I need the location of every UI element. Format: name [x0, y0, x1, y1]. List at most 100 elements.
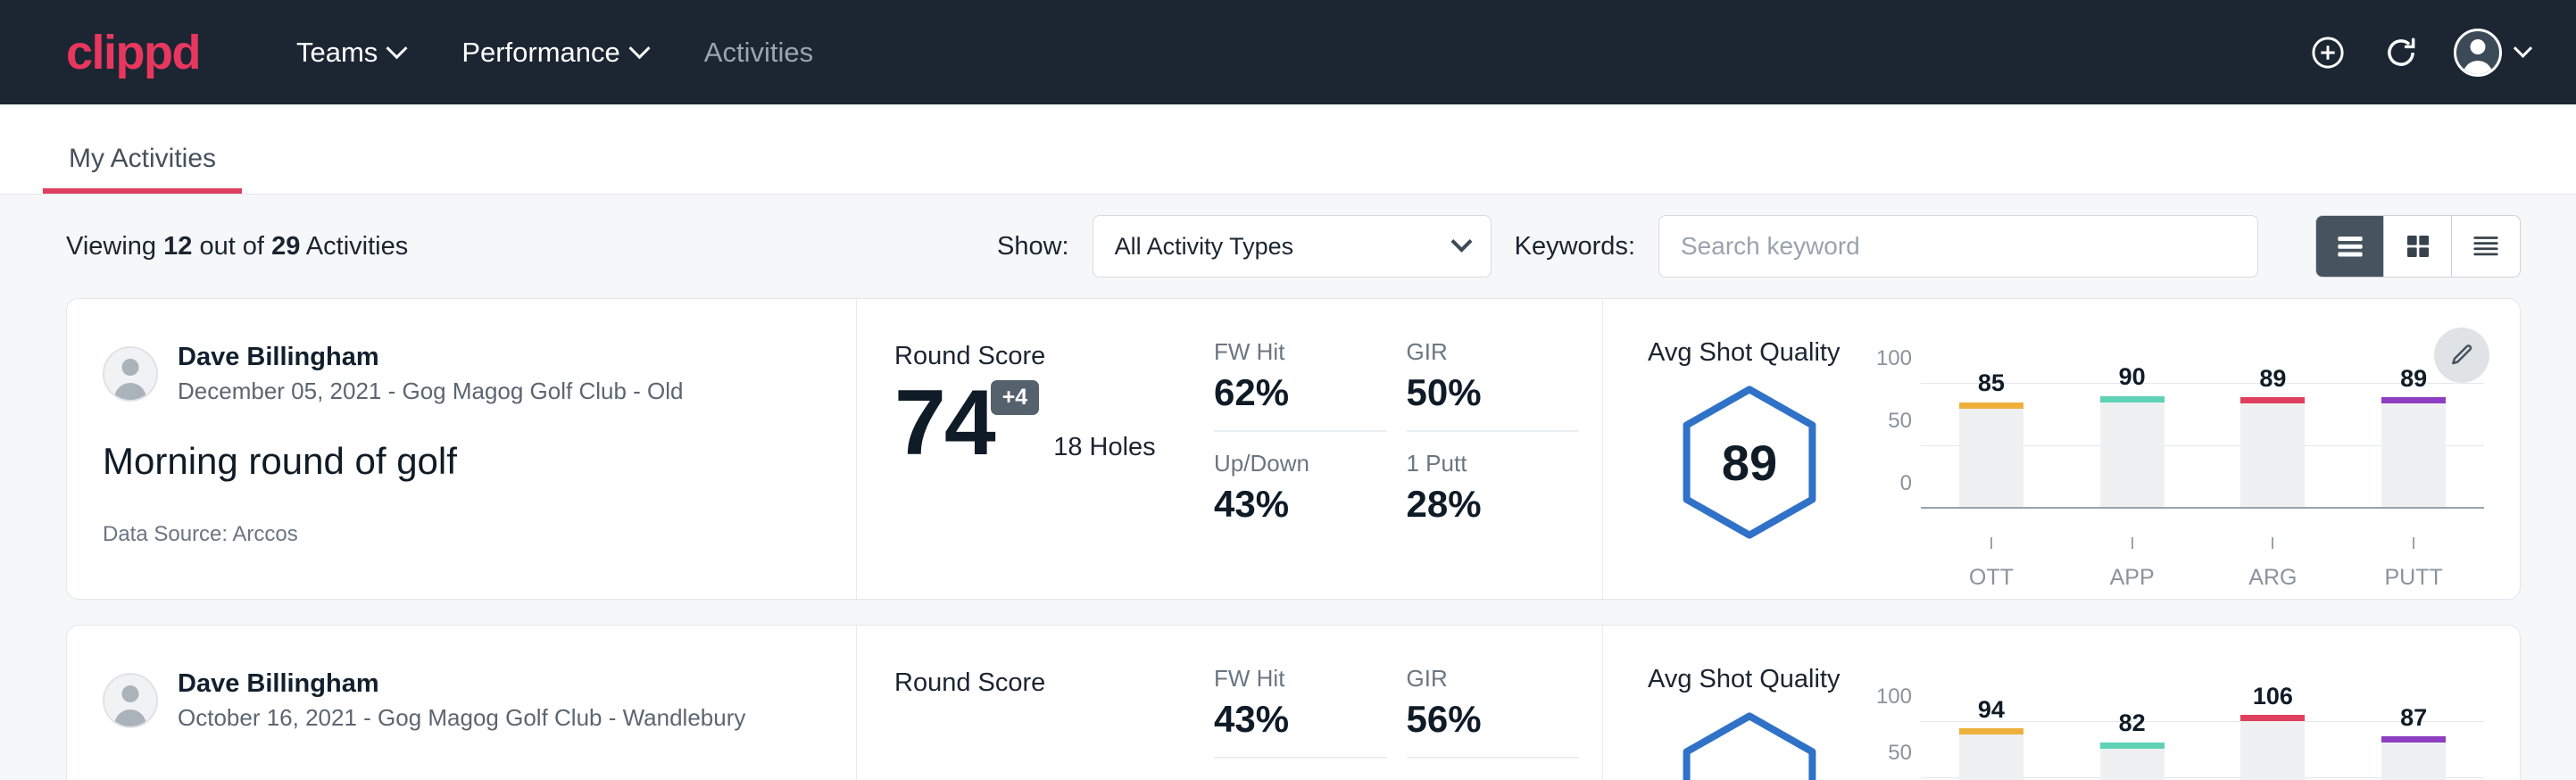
activity-card[interactable]: Dave BillinghamDecember 05, 2021 - Gog M…: [66, 298, 2521, 600]
activity-author: Dave BillinghamDecember 05, 2021 - Gog M…: [103, 340, 820, 408]
activity-summary: Dave BillinghamOctober 16, 2021 - Gog Ma…: [67, 626, 857, 780]
x-ticks: [1921, 537, 2484, 549]
chevron-down-icon: [628, 37, 650, 59]
refresh-icon[interactable]: [2381, 32, 2422, 73]
stat-key: 1 Putt: [1407, 450, 1580, 477]
bar-group: 85: [1921, 384, 2062, 509]
nav-actions: [2307, 29, 2530, 77]
viewing-count: 12: [163, 232, 192, 261]
avg-shot-quality-label: Avg Shot Quality: [1648, 665, 2484, 694]
bar-value-label: 89: [2259, 365, 2286, 393]
y-axis-tick-label: 50: [1888, 409, 1912, 434]
round-score-section: Round Score 74+4 18 Holes: [857, 299, 1214, 599]
view-grid-button[interactable]: [2384, 216, 2452, 277]
chevron-down-icon: [1450, 230, 1472, 252]
nav-item-activities[interactable]: Activities: [676, 24, 842, 81]
bar: [2381, 736, 2446, 780]
stat-value: 62%: [1214, 371, 1387, 414]
account-avatar: [2454, 29, 2502, 77]
y-axis: 050100: [1867, 384, 1921, 509]
quality-score-value: [1678, 710, 1821, 780]
shot-quality-bar-chart: 05010085908989OTTAPPARGPUTT: [1851, 375, 2484, 591]
bar-cap: [1959, 728, 2023, 734]
account-menu[interactable]: [2454, 29, 2530, 77]
bars: 948210687: [1921, 710, 2484, 780]
bar: [1959, 728, 2023, 780]
search-input[interactable]: [1658, 215, 2258, 278]
holes-label: 18 Holes: [1053, 433, 1155, 469]
x-axis-label: ARG: [2203, 565, 2344, 591]
top-navigation-bar: clippd Teams Performance Activities: [0, 0, 2576, 104]
bar: [1959, 402, 2023, 509]
bar-group: 87: [2343, 710, 2484, 780]
stat-key: GIR: [1407, 338, 1580, 366]
tab-bar: My Activities: [0, 104, 2576, 195]
x-tick: [2203, 537, 2344, 549]
view-list-button[interactable]: [2316, 216, 2384, 277]
plot-area: 85908989: [1921, 384, 2484, 509]
avg-shot-quality-section: Avg Shot Quality8905010085908989OTTAPPAR…: [1603, 299, 2520, 599]
nav-item-activities-label: Activities: [704, 37, 813, 69]
stat-cell: Up/Down43%: [1214, 450, 1387, 542]
stat-value: 56%: [1407, 698, 1580, 741]
bar-cap: [1959, 402, 2023, 409]
show-label: Show:: [997, 232, 1069, 261]
stat-cell: GIR 50%: [1407, 338, 1580, 432]
avatar: [103, 346, 158, 402]
clippd-logo[interactable]: clippd: [66, 29, 200, 77]
tab-my-activities[interactable]: My Activities: [43, 144, 242, 194]
activity-type-select[interactable]: All Activity Types: [1093, 215, 1492, 278]
author-meta: December 05, 2021 - Gog Magog Golf Club …: [178, 375, 684, 407]
x-tick: [2062, 537, 2203, 549]
x-axis-label: PUTT: [2343, 565, 2484, 591]
avg-shot-quality-label: Avg Shot Quality: [1648, 338, 2484, 368]
round-score-section: Round Score: [857, 626, 1214, 780]
bar-value-label: 89: [2400, 365, 2427, 393]
edit-activity-button[interactable]: [2434, 328, 2489, 383]
primary-nav: Teams Performance Activities: [268, 24, 842, 81]
activity-type-select-value: All Activity Types: [1115, 233, 1294, 261]
bar-value-label: 87: [2400, 704, 2427, 732]
x-axis-label: OTT: [1921, 565, 2062, 591]
y-axis-tick-label: 100: [1876, 346, 1912, 371]
bar-value-label: 106: [2253, 683, 2293, 710]
y-axis-tick-label: 50: [1888, 741, 1912, 766]
stat-cell: FW Hit 62%: [1214, 338, 1387, 432]
add-icon[interactable]: [2307, 32, 2348, 73]
x-tick: [1921, 537, 2062, 549]
stat-key: GIR: [1407, 665, 1580, 693]
bar: [2381, 397, 2446, 509]
stat-cell: GIR 56%: [1407, 665, 1580, 759]
stat-cell: FW Hit43%: [1214, 665, 1387, 759]
nav-item-teams-label: Teams: [296, 37, 378, 69]
viewing-mid: out of: [199, 232, 264, 261]
bar-cap: [2240, 715, 2305, 721]
bar: [2100, 396, 2165, 509]
quality-score-value: 89: [1678, 384, 1821, 541]
nav-item-performance[interactable]: Performance: [433, 24, 675, 81]
author-name: Dave Billingham: [178, 340, 684, 375]
keywords-label: Keywords:: [1515, 232, 1635, 261]
avg-shot-quality-body: 050100948210687OTTAPPARGPUTT: [1648, 701, 2484, 780]
stat-cell: [1214, 776, 1387, 780]
bar-group: 82: [2062, 710, 2203, 780]
nav-item-teams[interactable]: Teams: [268, 24, 433, 81]
stat-value: 50%: [1407, 371, 1580, 414]
bar-group: 106: [2203, 710, 2344, 780]
y-axis-tick-label: 100: [1876, 685, 1912, 709]
avg-shot-quality-body: 8905010085908989OTTAPPARGPUTT: [1648, 375, 2484, 591]
stat-cell: 1 Putt28%: [1407, 450, 1580, 542]
activity-data-source: Data Source: Arccos: [103, 522, 820, 547]
bar: [2240, 397, 2305, 509]
round-score-label: Round Score: [894, 342, 1214, 371]
activity-card[interactable]: Dave BillinghamOctober 16, 2021 - Gog Ma…: [66, 625, 2521, 780]
author-meta: October 16, 2021 - Gog Magog Golf Club -…: [178, 701, 745, 734]
stat-key: FW Hit: [1214, 338, 1387, 366]
score-over-par-badge: +4: [991, 380, 1040, 415]
bars: 85908989: [1921, 384, 2484, 509]
round-score-value: 74: [894, 377, 994, 469]
bar-cap: [2100, 396, 2165, 402]
stat-key: FW Hit: [1214, 665, 1387, 693]
viewing-summary: Viewing 12 out of 29 Activities: [66, 232, 408, 261]
view-compact-button[interactable]: [2452, 216, 2520, 277]
